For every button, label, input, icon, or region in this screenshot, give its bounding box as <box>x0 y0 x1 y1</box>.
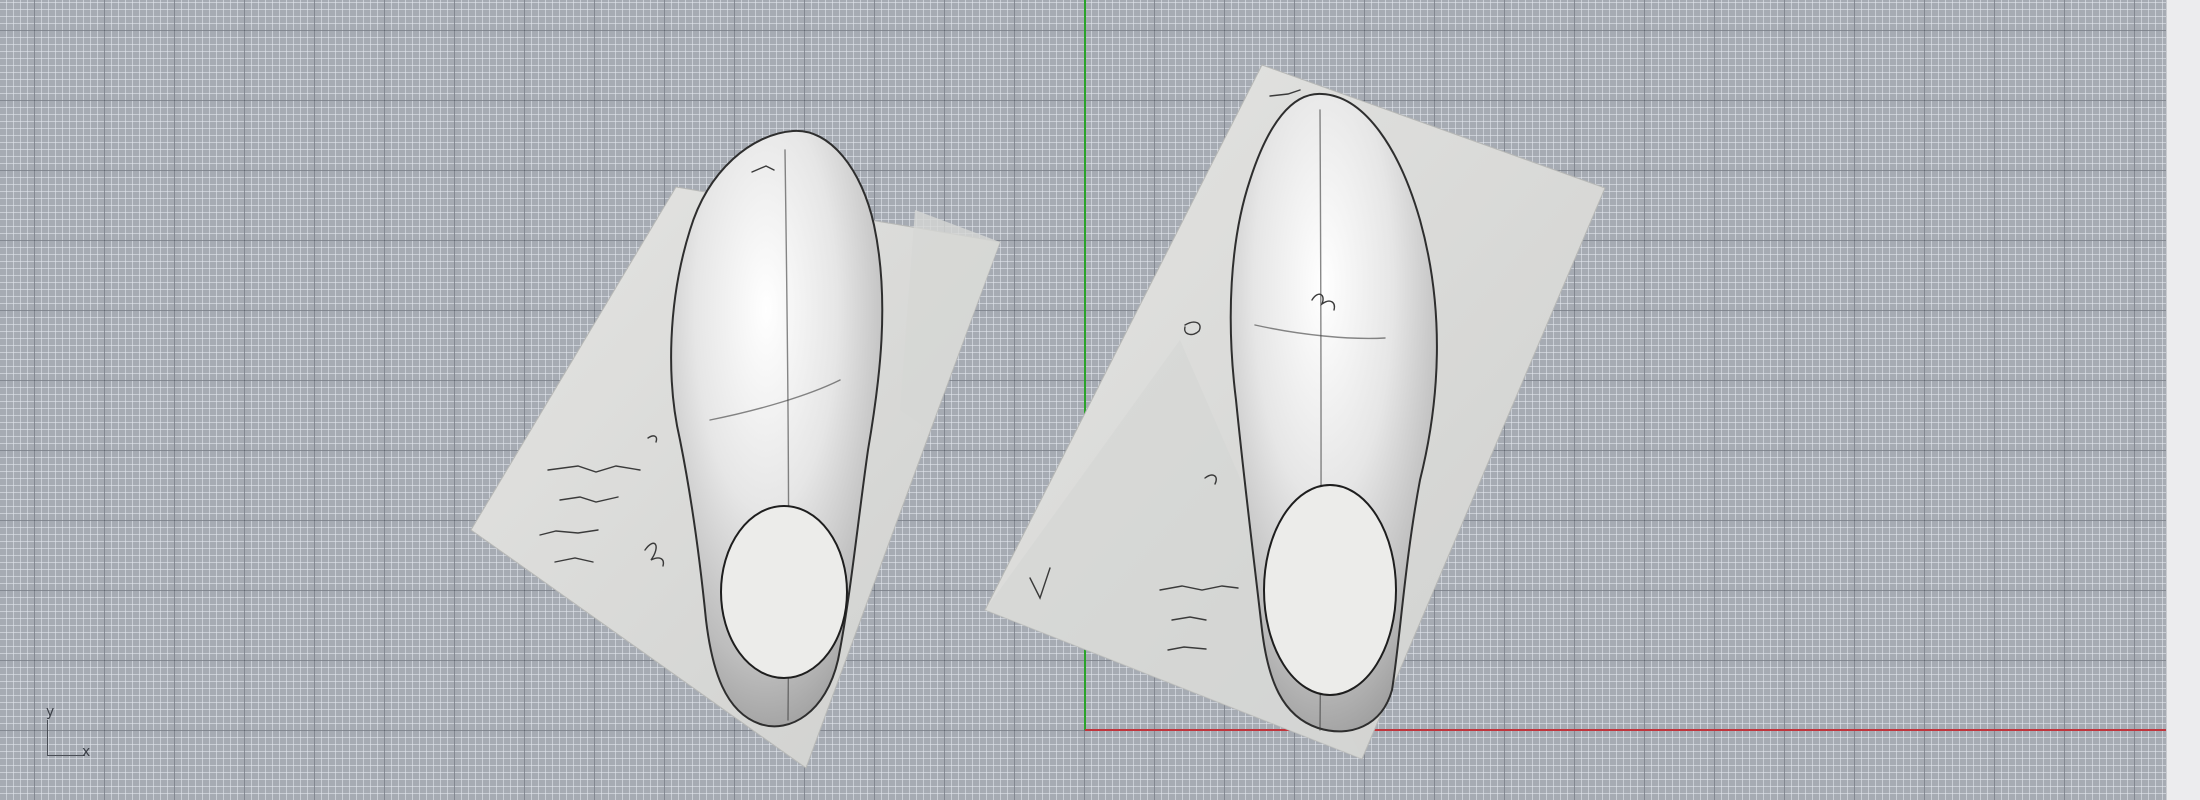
left-shoe-last-reference-image[interactable] <box>470 129 1001 769</box>
axis-widget-y-label: y <box>46 704 55 720</box>
axis-widget: y x <box>40 700 100 760</box>
viewport-scene[interactable] <box>0 0 2166 800</box>
left-heel-opening[interactable] <box>720 505 848 679</box>
axis-widget-x-label: x <box>82 744 91 760</box>
viewport-side-panel <box>2166 0 2200 800</box>
right-shoe-last-reference-image[interactable] <box>984 64 1606 760</box>
right-heel-opening[interactable] <box>1263 484 1397 696</box>
top-viewport[interactable]: y x <box>0 0 2166 800</box>
axis-widget-x-line <box>47 755 85 756</box>
left-paper-fold <box>900 210 1000 430</box>
axis-widget-y-line <box>47 720 48 756</box>
